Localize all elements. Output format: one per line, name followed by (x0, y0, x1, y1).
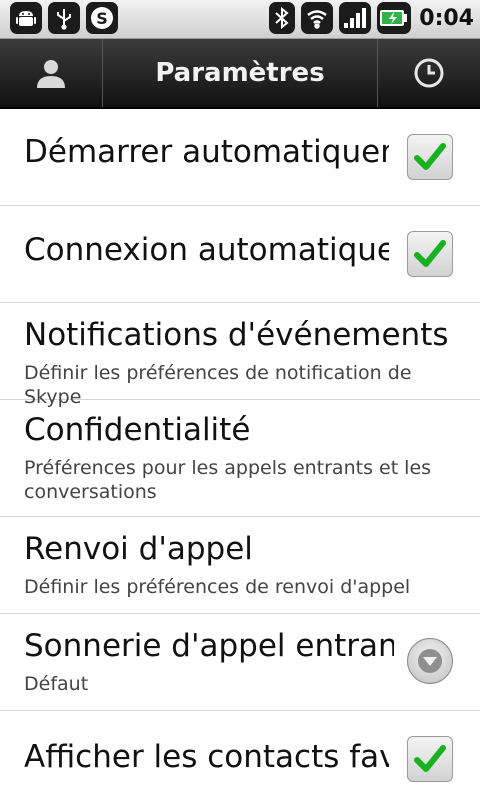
contacts-button[interactable] (0, 39, 103, 107)
setting-title: Confidentialité (24, 412, 251, 448)
setting-title: Afficher les contacts favo (24, 739, 389, 775)
signal-icon (339, 2, 372, 34)
setting-auto-connect[interactable]: Connexion automatique (0, 206, 480, 303)
setting-show-favorites[interactable]: Afficher les contacts favo (0, 711, 480, 807)
page-title: Paramètres (155, 58, 325, 88)
checkmark-icon (414, 143, 446, 170)
setting-subtitle: Défaut (24, 673, 89, 695)
skype-icon: S (86, 2, 118, 34)
clock-icon (414, 58, 444, 88)
setting-title: Connexion automatique (24, 232, 389, 268)
wifi-icon (301, 2, 334, 34)
bluetooth-icon (269, 2, 296, 34)
checkmark-icon (414, 240, 446, 267)
title-bar: Paramètres (0, 39, 480, 109)
setting-title: Sonnerie d'appel entrant (24, 628, 394, 664)
show-favorites-checkbox[interactable] (407, 736, 453, 782)
settings-list: Démarrer automatiquem Connexion automati… (0, 109, 480, 807)
setting-privacy[interactable]: Confidentialité Préférences pour les app… (0, 400, 480, 517)
svg-text:S: S (96, 9, 108, 28)
setting-title: Démarrer automatiquem (24, 134, 389, 170)
setting-subtitle: Définir les préférences de renvoi d'appe… (24, 576, 411, 598)
setting-subtitle: Préférences pour les appels entrants et … (24, 457, 432, 503)
ringtone-dropdown-button[interactable] (407, 638, 453, 684)
setting-event-notifications[interactable]: Notifications d'événements Définir les p… (0, 303, 480, 408)
battery-icon (377, 2, 412, 34)
setting-ringtone[interactable]: Sonnerie d'appel entrant Défaut (0, 614, 480, 711)
setting-title: Notifications d'événements (24, 317, 449, 353)
setting-call-forwarding[interactable]: Renvoi d'appel Définir les préférences d… (0, 517, 480, 614)
android-icon (10, 2, 42, 34)
person-icon (37, 60, 65, 88)
chevron-down-icon (418, 649, 442, 673)
checkmark-icon (414, 745, 446, 772)
status-bar: S 0:04 (0, 0, 480, 39)
auto-start-checkbox[interactable] (407, 134, 453, 180)
setting-title: Renvoi d'appel (24, 531, 253, 567)
auto-connect-checkbox[interactable] (407, 231, 453, 277)
history-button[interactable] (377, 39, 480, 107)
usb-icon (48, 2, 80, 34)
setting-auto-start[interactable]: Démarrer automatiquem (0, 109, 480, 206)
clock-time: 0:04 (419, 5, 474, 31)
